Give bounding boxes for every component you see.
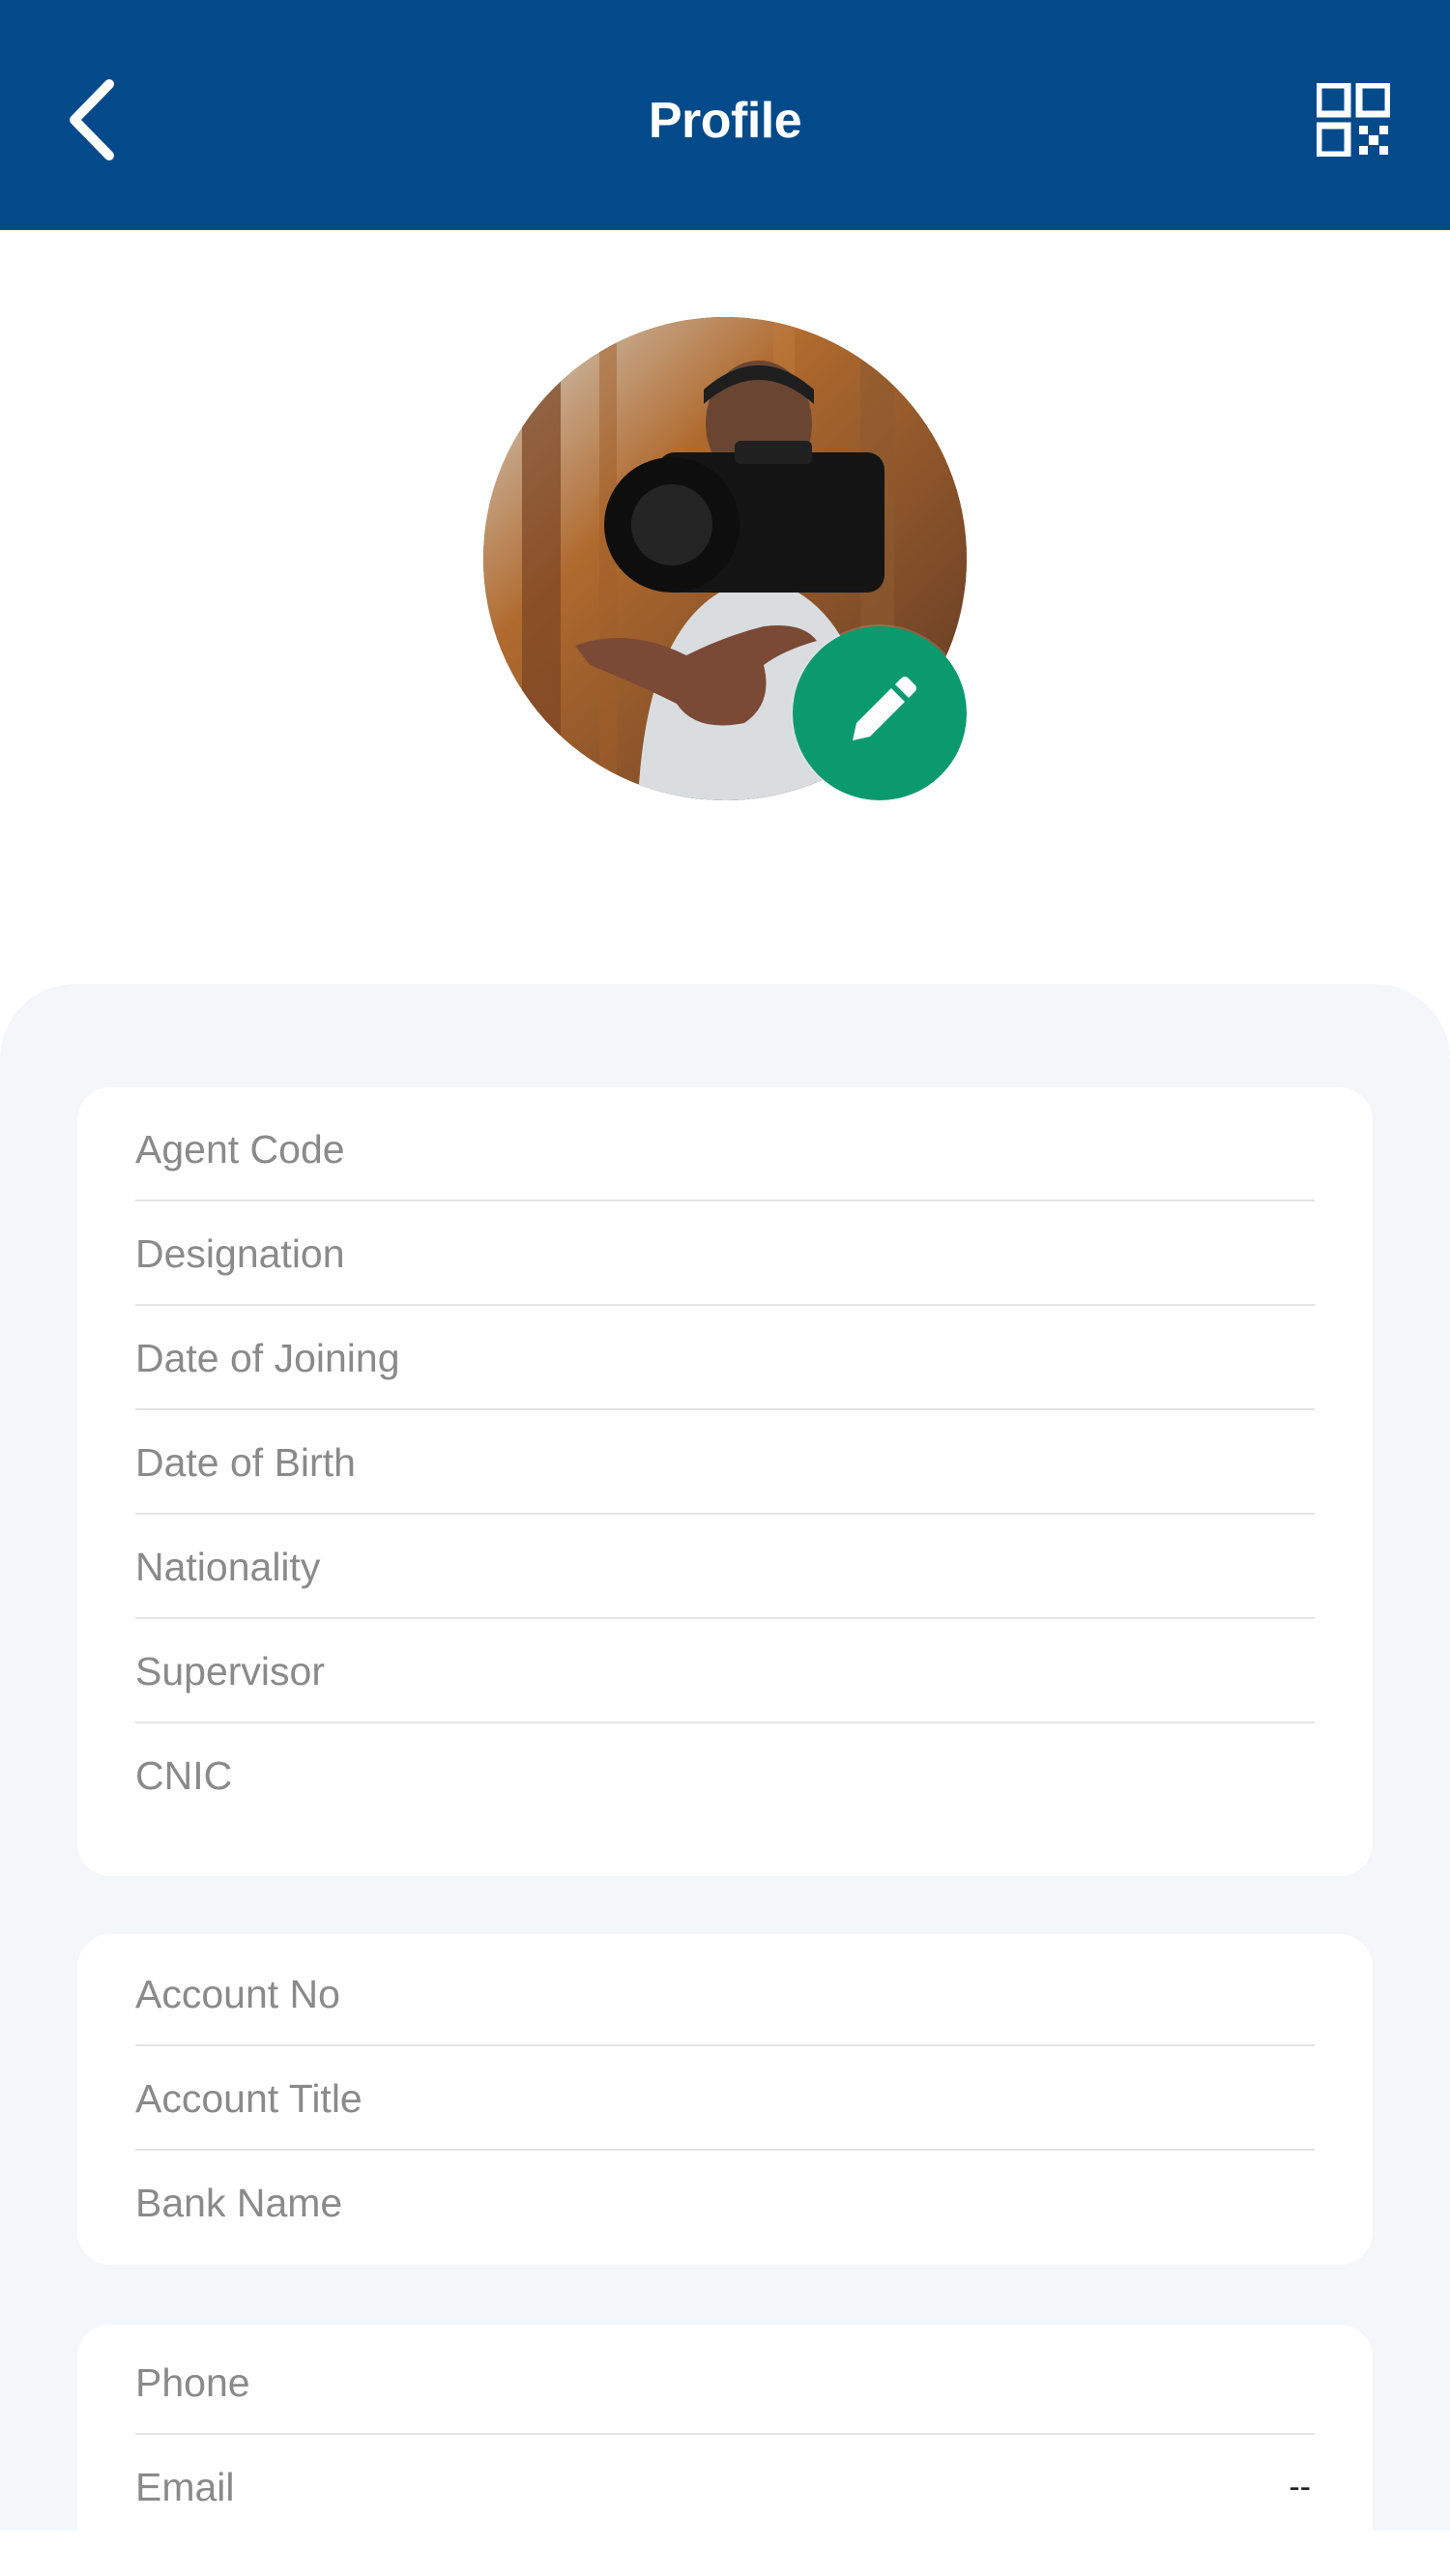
field-label: Account Title	[135, 2075, 362, 2121]
bank-info-card: Account No Account Title Bank Name	[77, 1934, 1373, 2265]
field-label: CNIC	[135, 1752, 233, 1798]
field-label: Nationality	[135, 1544, 321, 1589]
field-label: Designation	[135, 1230, 345, 1276]
field-row-cnic: CNIC	[135, 1723, 1315, 1828]
field-label: Agent Code	[135, 1126, 345, 1172]
field-label: Supervisor	[135, 1648, 325, 1693]
qr-code-button[interactable]	[1305, 72, 1402, 168]
pencil-icon	[853, 677, 916, 740]
field-row-account-no: Account No	[135, 1942, 1315, 2046]
field-label: Date of Birth	[135, 1439, 356, 1485]
field-label: Phone	[135, 2359, 250, 2405]
field-row-date-of-birth: Date of Birth	[135, 1410, 1315, 1515]
contact-info-card: Phone Email --	[77, 2325, 1373, 2576]
field-label: Bank Name	[135, 2180, 343, 2225]
page-title: Profile	[648, 93, 802, 149]
field-row-email: Email --	[135, 2435, 1315, 2539]
field-value: --	[1289, 2468, 1311, 2505]
field-row-date-of-joining: Date of Joining	[135, 1306, 1315, 1410]
field-label: Account No	[135, 1971, 340, 2016]
field-row-nationality: Nationality	[135, 1515, 1315, 1619]
field-row-account-title: Account Title	[135, 2046, 1315, 2151]
personal-info-card: Agent Code Designation Date of Joining D…	[77, 1087, 1373, 1876]
avatar-container	[483, 317, 967, 800]
field-label: Date of Joining	[135, 1335, 400, 1380]
app-bar: Profile	[0, 0, 1450, 230]
field-row-bank-name: Bank Name	[135, 2151, 1315, 2255]
edit-avatar-button[interactable]	[793, 626, 967, 800]
field-row-phone: Phone	[135, 2330, 1315, 2435]
field-row-supervisor: Supervisor	[135, 1619, 1315, 1723]
field-label: Email	[135, 2464, 235, 2509]
qr-code-icon	[1317, 83, 1390, 157]
field-row-agent-code: Agent Code	[135, 1097, 1315, 1201]
field-row-designation: Designation	[135, 1201, 1315, 1306]
